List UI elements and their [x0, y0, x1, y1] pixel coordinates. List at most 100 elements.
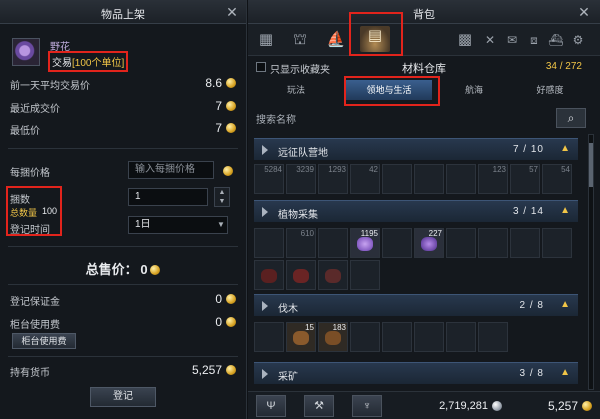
log-slot[interactable]: 183 — [318, 322, 348, 352]
herb-icon — [293, 269, 309, 283]
stat-recent-price: 最近成交价 7 — [10, 99, 236, 115]
inventory-slot[interactable] — [254, 260, 284, 290]
inventory-slot[interactable] — [382, 322, 412, 352]
gear-icon[interactable]: ⚙ — [568, 30, 588, 50]
collapse-icon[interactable]: ▲ — [560, 299, 570, 310]
chevron-right-icon — [262, 301, 268, 311]
bundle-count-input[interactable]: 1 — [128, 188, 208, 206]
tab-rapport[interactable]: 好感度 — [510, 80, 590, 100]
stat-value: 7 — [215, 121, 222, 135]
ship-icon[interactable]: ⛵ — [326, 30, 346, 50]
hammer-icon[interactable]: ⚒ — [304, 395, 334, 417]
log-icon — [325, 331, 341, 345]
category-header-plant-gathering[interactable]: 植物采集 3 / 14 ▲ — [254, 200, 578, 222]
unit-price-input[interactable]: 输入每捆价格 — [128, 161, 214, 179]
wildflower-slot[interactable]: 1195 — [350, 228, 380, 258]
close-icon[interactable]: ✕ — [576, 4, 592, 20]
delete-icon[interactable]: ✕ — [480, 30, 500, 50]
chevron-down-icon[interactable]: ▼ — [214, 217, 228, 233]
inventory-slot[interactable] — [446, 322, 476, 352]
category-name: 采矿 — [278, 372, 298, 383]
inventory-slot[interactable] — [382, 228, 412, 258]
inventory-slot[interactable] — [254, 228, 284, 258]
stat-value: 8.6 — [205, 76, 222, 90]
inventory-slot[interactable]: 42 — [350, 164, 380, 194]
deposit-row: 登记保证金 0 — [10, 292, 236, 308]
register-button[interactable]: 登记 — [90, 387, 156, 407]
collapse-icon[interactable]: ▲ — [560, 367, 570, 378]
inventory-slot[interactable] — [350, 260, 380, 290]
inventory-slot[interactable] — [510, 228, 540, 258]
material-storage-icon[interactable]: ▤ — [360, 26, 390, 52]
stat-label: 前一天平均交易价 — [10, 81, 90, 92]
timber-slot[interactable]: 15 — [286, 322, 316, 352]
inventory-tab-bar: ▦ ⛫ ⛵ ▤ ▩ ✕ ✉ ⧈ ⛴ ⚙ — [248, 12, 600, 56]
category-header-logging[interactable]: 伐木 2 / 8 ▲ — [254, 294, 578, 316]
inventory-slot[interactable] — [382, 164, 412, 194]
search-input[interactable]: 搜索名称 — [256, 111, 296, 126]
stat-lowest-price: 最低价 7 — [10, 121, 236, 137]
ship-small-icon[interactable]: ⛴ — [546, 30, 566, 50]
collapse-icon[interactable]: ▲ — [560, 205, 570, 216]
inventory-slot[interactable] — [478, 228, 508, 258]
slot-count: 610 — [300, 229, 314, 238]
category-header-expedition[interactable]: 远征队营地 7 / 10 ▲ — [254, 138, 578, 160]
trident-icon[interactable]: Ψ — [256, 395, 286, 417]
close-icon[interactable]: ✕ — [224, 4, 240, 20]
grid-icon[interactable]: ▦ — [256, 30, 276, 50]
inventory-slot[interactable]: 1293 — [318, 164, 348, 194]
reg-time-label: 登记时间 — [10, 225, 50, 236]
inventory-slot[interactable] — [318, 228, 348, 258]
chevron-up-icon[interactable]: ▲ — [215, 188, 229, 197]
listing-panel: 物品上架 ✕ 野花 交易[100个单位] 前一天平均交易价 8.6 最近成交价 … — [0, 0, 247, 419]
chest-icon[interactable]: ⧈ — [524, 30, 544, 50]
inventory-slot[interactable]: 57 — [510, 164, 540, 194]
material-list: 远征队营地 7 / 10 ▲ 5284 3239 1293 42 123 57 … — [254, 134, 578, 390]
inventory-slot[interactable] — [542, 228, 572, 258]
wings-icon[interactable]: ♆ — [352, 395, 382, 417]
inventory-slot[interactable]: 5284 — [254, 164, 284, 194]
chevron-down-icon[interactable]: ▼ — [215, 197, 229, 206]
inventory-slot[interactable]: 610 — [286, 228, 316, 258]
total-price-value: 0 — [140, 262, 148, 277]
divider — [8, 148, 238, 149]
stronghold-icon[interactable]: ⛫ — [290, 30, 310, 50]
slot-count: 1195 — [360, 229, 378, 238]
inventory-slot[interactable]: 123 — [478, 164, 508, 194]
divider — [8, 356, 238, 357]
gold-coin-icon — [226, 101, 236, 111]
inventory-slot[interactable] — [414, 164, 444, 194]
inventory-slot[interactable] — [286, 260, 316, 290]
counter-fee-button[interactable]: 柜台使用费 — [12, 333, 76, 349]
category-header-mining[interactable]: 采矿 3 / 8 ▲ — [254, 362, 578, 384]
inventory-slot[interactable]: 54 — [542, 164, 572, 194]
stat-value: 7 — [215, 99, 222, 113]
tab-play[interactable]: 玩法 — [256, 80, 336, 100]
slot-row: 15 183 — [254, 320, 578, 352]
inventory-slot[interactable] — [414, 322, 444, 352]
highlight-box — [344, 76, 440, 106]
inventory-slot[interactable] — [446, 164, 476, 194]
tab-sailing[interactable]: 航海 — [434, 80, 514, 100]
fee-value: 0 — [215, 315, 222, 329]
bundle-stepper[interactable]: ▲ ▼ — [214, 187, 230, 207]
list-scrollbar[interactable] — [588, 134, 594, 390]
inventory-slot[interactable] — [318, 260, 348, 290]
search-icon[interactable]: ⌕ — [556, 108, 586, 128]
collapse-icon[interactable]: ▲ — [560, 143, 570, 154]
scrollbar-thumb[interactable] — [589, 143, 593, 187]
chevron-right-icon — [262, 207, 268, 217]
slot-row: 610 1195 227 — [254, 226, 578, 258]
inventory-slot[interactable] — [350, 322, 380, 352]
inventory-slot[interactable] — [446, 228, 476, 258]
inventory-slot[interactable]: 3239 — [286, 164, 316, 194]
mail-icon[interactable]: ✉ — [502, 30, 522, 50]
divider — [8, 284, 238, 285]
wildflower-icon — [12, 38, 40, 66]
flower-slot[interactable]: 227 — [414, 228, 444, 258]
inventory-slot[interactable] — [254, 322, 284, 352]
slot-count: 3239 — [296, 165, 314, 174]
sort-grid-icon[interactable]: ▩ — [455, 30, 475, 50]
inventory-slot[interactable] — [478, 322, 508, 352]
reg-time-select[interactable]: 1日 — [128, 216, 228, 234]
